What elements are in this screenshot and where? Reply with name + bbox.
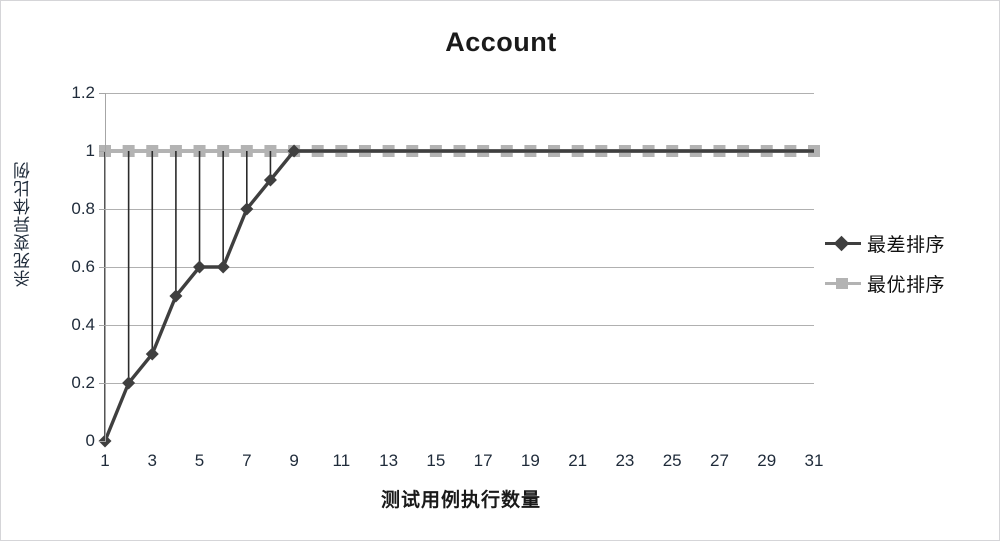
y-axis-tick-label: 0.8 [71,199,95,218]
legend: 最差排序 最优排序 [825,223,991,303]
x-axis-tick-label: 3 [147,451,157,470]
y-axis-tick-label: 0.2 [71,373,95,392]
plot-area [98,93,820,448]
legend-marker-square-icon [825,274,861,292]
legend-label-worst-order: 最差排序 [867,234,946,256]
series-marker-worst-order [216,260,230,274]
y-axis-tick [99,383,105,384]
x-axis-tick-label: 13 [379,451,399,470]
x-axis-tick-label: 5 [194,451,205,470]
legend-item-best-order[interactable]: 最优排序 [825,263,991,303]
y-axis-tick [99,209,105,210]
y-axis-tick [99,325,105,326]
x-axis-tick-label: 15 [426,451,446,470]
y-axis-tick-label: 0.6 [71,257,95,276]
y-axis-tick-label: 0.4 [71,315,95,334]
legend-item-worst-order[interactable]: 最差排序 [825,223,991,263]
y-axis-tick [99,151,105,152]
x-axis-tick-label: 9 [289,451,299,470]
x-axis-tick-label: 17 [473,451,493,470]
x-axis-tick-label: 11 [332,451,351,470]
legend-marker-diamond-icon [825,234,861,252]
y-axis-tick [99,441,105,442]
x-axis-tick-label: 27 [709,451,729,470]
y-axis-tick [99,267,105,268]
x-axis-tick-label: 29 [757,451,777,470]
x-axis-tick-label: 19 [520,451,540,470]
x-axis-tick-label: 7 [242,451,252,470]
x-axis-tick-label: 23 [615,451,635,470]
x-axis-tick-label: 25 [662,451,682,470]
y-axis-tick-labels: 0 0.2 0.4 0.6 0.8 1 1.2 [43,83,95,450]
chart-title: Account [445,27,557,57]
x-axis-tick-label: 31 [804,451,824,470]
y-axis-tick-label: 1 [85,141,95,160]
x-axis-tick-label: 21 [568,451,588,470]
y-axis-title: 杀死变异体比例 [14,161,33,287]
y-axis-tick-label: 1.2 [71,83,95,102]
x-axis-tick-labels: 1 3 5 7 9 11 13 15 17 19 21 23 25 27 29 31 [100,451,823,475]
chart-container: Account 0 0.2 0.4 0.6 0.8 1 1.2 杀死变异体比例 135791… [0,0,1000,541]
y-axis-ticks [99,93,107,442]
x-axis-tick-label: 1 [100,451,110,470]
series-line-worst-order [103,149,814,442]
series-layer [98,144,820,448]
legend-label-best-order: 最优排序 [867,274,946,296]
y-axis-tick-label: 0 [85,431,95,450]
y-axis-tick [99,93,105,94]
x-axis-title: 测试用例执行数量 [380,490,541,511]
